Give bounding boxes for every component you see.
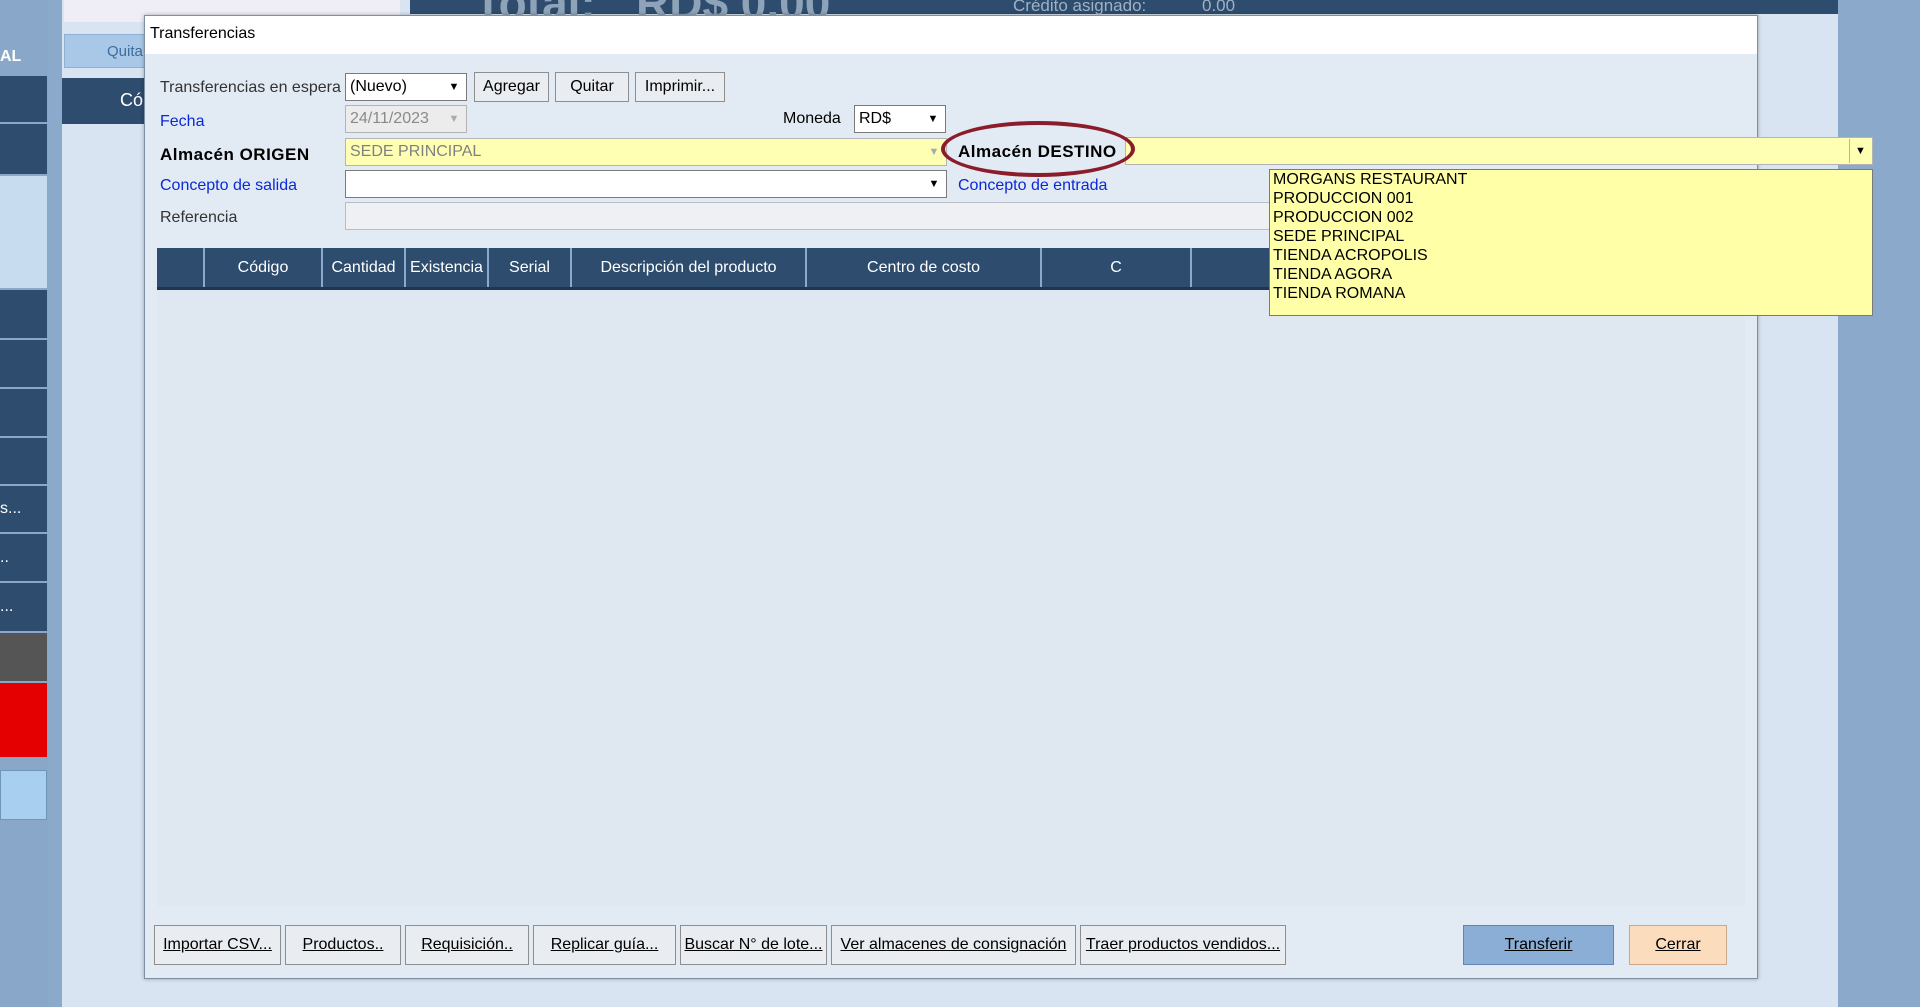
grid-col-centro-costo[interactable]: Centro de costo [807,248,1042,287]
almacen-destino-dropdown-list: MORGANS RESTAURANT PRODUCCION 001 PRODUC… [1269,169,1873,316]
grid-col-serial[interactable]: Serial [489,248,572,287]
ver-almacenes-consignacion-button[interactable]: Ver almacenes de consignación [831,925,1076,965]
sidebar-item-5[interactable] [0,340,47,389]
concepto-salida-label: Concepto de salida [160,177,297,194]
almacen-origen-select[interactable]: SEDE PRINCIPAL ▼ [345,138,947,166]
dropdown-option[interactable]: MORGANS RESTAURANT [1273,170,1467,189]
products-grid-body[interactable] [157,290,1745,906]
traer-productos-vendidos-button[interactable]: Traer productos vendidos... [1080,925,1286,965]
sidebar-item-0[interactable]: AL [0,40,47,76]
dropdown-option[interactable]: TIENDA ACROPOLIS [1273,246,1428,265]
credit-label: Crédito asignado: [1013,0,1147,15]
moneda-select[interactable]: RD$ ▼ [854,105,946,133]
dialog-title: Transferencias [150,25,256,42]
concepto-entrada-label: Concepto de entrada [958,177,1108,194]
dropdown-option[interactable]: PRODUCCION 001 [1273,189,1413,208]
dropdown-option[interactable]: TIENDA AGORA [1273,265,1392,284]
grid-col-codigo[interactable]: Código [205,248,323,287]
referencia-label: Referencia [160,209,238,226]
almacen-origen-value: SEDE PRINCIPAL [350,143,482,160]
transferencias-espera-label: Transferencias en espera [160,79,341,96]
sidebar-item-7[interactable] [0,438,47,486]
sidebar-item-11[interactable] [0,633,47,683]
grid-col-select[interactable] [157,248,205,287]
agregar-button[interactable]: Agregar [474,72,549,102]
credit-value: 0.00 [1202,0,1236,15]
sidebar-item-label: AL [0,48,22,65]
importar-csv-button[interactable]: Importar CSV... [154,925,281,965]
sidebar-item-13[interactable] [0,770,47,820]
sidebar-item-label: s... [0,500,22,517]
sidebar-item-label: .. [0,548,9,566]
dropdown-option[interactable]: TIENDA ROMANA [1273,284,1405,303]
chevron-down-icon[interactable]: ▼ [1849,139,1871,163]
imprimir-button[interactable]: Imprimir... [635,72,725,102]
dialog-titlebar: Transferencias [145,16,1757,54]
transferir-button[interactable]: Transferir [1463,925,1614,965]
moneda-value: RD$ [859,110,892,127]
transferencias-espera-value: (Nuevo) [350,78,407,95]
fecha-value: 24/11/2023 [350,110,429,127]
sidebar-item-12[interactable] [0,683,47,759]
quitar-background-button[interactable]: Quita [64,34,146,68]
chevron-down-icon[interactable]: ▼ [923,172,945,196]
productos-button[interactable]: Productos.. [285,925,401,965]
chevron-down-icon[interactable]: ▼ [443,75,465,99]
sidebar-item-6[interactable] [0,389,47,438]
grid-col-c[interactable]: C [1042,248,1192,287]
sidebar-item-4[interactable] [0,290,47,340]
chevron-down-icon[interactable]: ▼ [923,140,945,164]
buscar-lote-button[interactable]: Buscar N° de lote... [680,925,827,965]
quitar-button[interactable]: Quitar [555,72,629,102]
fecha-label: Fecha [160,113,205,130]
almacen-destino-select[interactable]: ▼ [1125,137,1873,165]
concepto-salida-select[interactable]: ▼ [345,170,947,198]
sidebar-item-10[interactable]: ... [0,583,47,633]
grid-col-cantidad[interactable]: Cantidad [323,248,406,287]
requisicion-button[interactable]: Requisición.. [405,925,529,965]
grid-col-descripcion[interactable]: Descripción del producto [572,248,807,287]
moneda-label: Moneda [783,110,841,127]
sidebar-item-1[interactable] [0,76,47,124]
transferencias-dialog: Transferencias Transferencias en espera … [144,15,1873,979]
dropdown-option[interactable]: SEDE PRINCIPAL [1273,227,1404,246]
almacen-destino-label: Almacén DESTINO [958,142,1117,161]
almacen-origen-label: Almacén ORIGEN [160,145,310,164]
dropdown-option[interactable]: PRODUCCION 002 [1273,208,1413,227]
replicar-guia-button[interactable]: Replicar guía... [533,925,676,965]
background-tab[interactable]: Có [62,78,144,124]
sidebar-item-3[interactable] [0,176,47,290]
grid-col-existencia[interactable]: Existencia [406,248,489,287]
transferencias-espera-select[interactable]: (Nuevo) ▼ [345,73,467,101]
sidebar-item-9[interactable]: .. [0,534,47,583]
chevron-down-icon[interactable]: ▼ [922,107,944,131]
chevron-down-icon[interactable]: ▼ [443,107,465,131]
sidebar-item-2[interactable] [0,124,47,176]
sidebar-item-8[interactable]: s... [0,486,47,534]
fecha-picker[interactable]: 24/11/2023 ▼ [345,105,467,133]
cerrar-button[interactable]: Cerrar [1629,925,1727,965]
sidebar-item-label: ... [0,598,14,615]
